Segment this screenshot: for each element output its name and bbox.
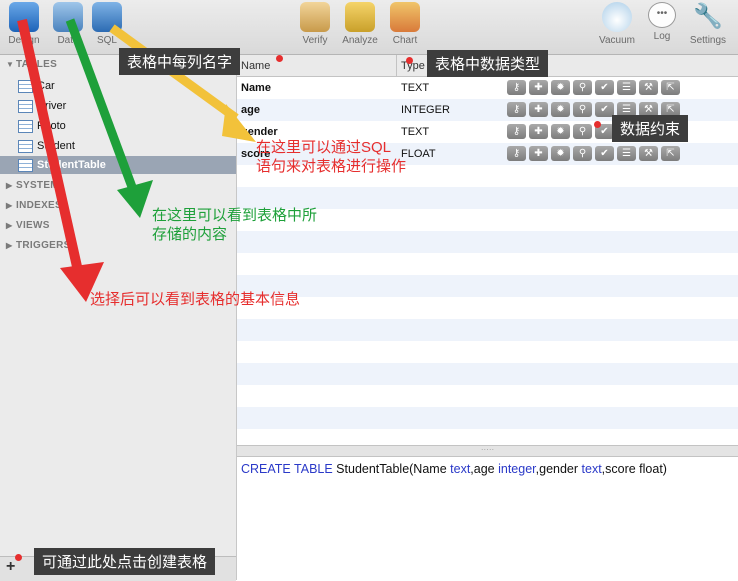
wrench-icon[interactable]: ⚒ — [639, 80, 658, 95]
analyze-button[interactable]: Analyze — [338, 2, 382, 46]
gear-icon[interactable]: ✹ — [551, 146, 570, 161]
constraint-buttons: ⚷✚✹⚲✔☰⚒⇱ — [507, 80, 683, 95]
cloud-icon — [602, 2, 632, 32]
design-annotation: 选择后可以看到表格的基本信息 — [90, 291, 301, 308]
wrench-icon: 🔧 — [693, 3, 723, 30]
marker-dot — [15, 554, 22, 561]
table-icon — [18, 139, 33, 153]
check-icon[interactable]: ✔ — [595, 146, 614, 161]
system-section-header[interactable]: ▶ SYSTEM — [6, 180, 59, 191]
sidebar-item-table[interactable]: Photo — [18, 117, 66, 135]
sidebar-item-table[interactable]: Driver — [18, 97, 66, 115]
data-button[interactable]: Data — [46, 2, 90, 46]
gear-icon[interactable]: ✹ — [551, 124, 570, 139]
sql-button[interactable]: SQL — [85, 2, 129, 46]
key-icon[interactable]: ⚷ — [507, 124, 526, 139]
gear-icon[interactable]: ✹ — [551, 102, 570, 117]
analyze-icon — [345, 2, 375, 32]
chart-button[interactable]: Chart — [383, 2, 427, 46]
add-table-button[interactable]: + — [6, 558, 15, 576]
empty-row — [237, 429, 738, 445]
wrench-icon[interactable]: ⚒ — [639, 146, 658, 161]
pin-icon[interactable]: ⚲ — [573, 146, 592, 161]
empty-row — [237, 407, 738, 429]
speech-bubble-icon: ••• — [648, 2, 676, 28]
callout-column-types: 表格中数据类型 — [427, 50, 549, 77]
empty-row — [237, 297, 738, 319]
sql-annotation: 在这里可以通过SQL 语句来对表格进行操作 — [256, 139, 407, 175]
sql-icon — [92, 2, 122, 32]
sidebar: ▼ TABLES Car Driver Photo Student Student… — [0, 55, 237, 580]
marker-dot — [406, 57, 413, 64]
column-header-name[interactable]: Name — [237, 55, 397, 77]
design-button[interactable]: Design — [2, 2, 46, 46]
constraint-buttons: ⚷✚✹⚲✔☰⚒⇱ — [507, 146, 683, 161]
empty-row — [237, 253, 738, 275]
table-row[interactable]: Name TEXT ⚷ ✚ ✹ ⚲ ✔ ☰ ⚒ ⇱ — [237, 77, 738, 99]
sidebar-item-table[interactable]: Student — [18, 137, 75, 155]
settings-button[interactable]: 🔧 Settings — [686, 2, 730, 46]
check-icon[interactable]: ✔ — [595, 80, 614, 95]
tables-section-header[interactable]: ▼ TABLES — [6, 59, 57, 70]
split-view-divider[interactable]: ····· — [237, 445, 738, 457]
plus-icon[interactable]: ✚ — [529, 102, 548, 117]
list-icon[interactable]: ☰ — [617, 146, 636, 161]
key-icon[interactable]: ⚷ — [507, 80, 526, 95]
structure-grid: Name Type Name TEXT ⚷ ✚ ✹ ⚲ ✔ ☰ ⚒ ⇱ age INTEGER… — [237, 55, 738, 445]
indexes-section-header[interactable]: ▶ INDEXES — [6, 200, 62, 211]
table-icon — [18, 99, 33, 113]
plus-icon[interactable]: ✚ — [529, 80, 548, 95]
triggers-section-header[interactable]: ▶ TRIGGERS — [6, 240, 71, 251]
disclosure-open-icon: ▼ — [6, 60, 15, 69]
sidebar-item-selected-table[interactable]: StudentTable — [0, 156, 236, 174]
verify-icon — [300, 2, 330, 32]
plus-icon[interactable]: ✚ — [529, 124, 548, 139]
external-link-icon[interactable]: ⇱ — [661, 146, 680, 161]
callout-column-names: 表格中每列名字 — [119, 48, 241, 75]
gear-icon[interactable]: ✹ — [551, 80, 570, 95]
empty-row — [237, 319, 738, 341]
empty-row — [237, 275, 738, 297]
key-icon[interactable]: ⚷ — [507, 146, 526, 161]
data-icon — [53, 2, 83, 32]
empty-row — [237, 341, 738, 363]
chart-icon — [390, 2, 420, 32]
disclosure-closed-icon: ▶ — [6, 221, 13, 230]
sql-statement[interactable]: CREATE TABLE StudentTable(Name text,age … — [241, 462, 735, 476]
table-icon — [18, 158, 33, 172]
plus-icon[interactable]: ✚ — [529, 146, 548, 161]
callout-create-table: 可通过此处点击创建表格 — [34, 548, 216, 575]
vacuum-button[interactable]: Vacuum — [595, 2, 639, 46]
log-button[interactable]: ••• Log — [640, 2, 684, 42]
design-icon — [9, 2, 39, 32]
callout-constraints: 数据约束 — [612, 115, 689, 142]
disclosure-closed-icon: ▶ — [6, 241, 13, 250]
pin-icon[interactable]: ⚲ — [573, 124, 592, 139]
list-icon[interactable]: ☰ — [617, 80, 636, 95]
sidebar-item-table[interactable]: Car — [18, 77, 55, 95]
table-icon — [18, 79, 33, 93]
pin-icon[interactable]: ⚲ — [573, 80, 592, 95]
disclosure-closed-icon: ▶ — [6, 181, 13, 190]
empty-row — [237, 363, 738, 385]
marker-dot — [276, 55, 283, 62]
key-icon[interactable]: ⚷ — [507, 102, 526, 117]
disclosure-closed-icon: ▶ — [6, 201, 13, 210]
data-annotation: 在这里可以看到表格中所 存储的内容 — [152, 207, 318, 243]
empty-row — [237, 385, 738, 407]
verify-button[interactable]: Verify — [293, 2, 337, 46]
marker-dot — [594, 121, 601, 128]
external-link-icon[interactable]: ⇱ — [661, 80, 680, 95]
table-icon — [18, 119, 33, 133]
views-section-header[interactable]: ▶ VIEWS — [6, 220, 50, 231]
toolbar: Design Data SQL Verify Analyze Chart Vac… — [0, 0, 738, 55]
pin-icon[interactable]: ⚲ — [573, 102, 592, 117]
